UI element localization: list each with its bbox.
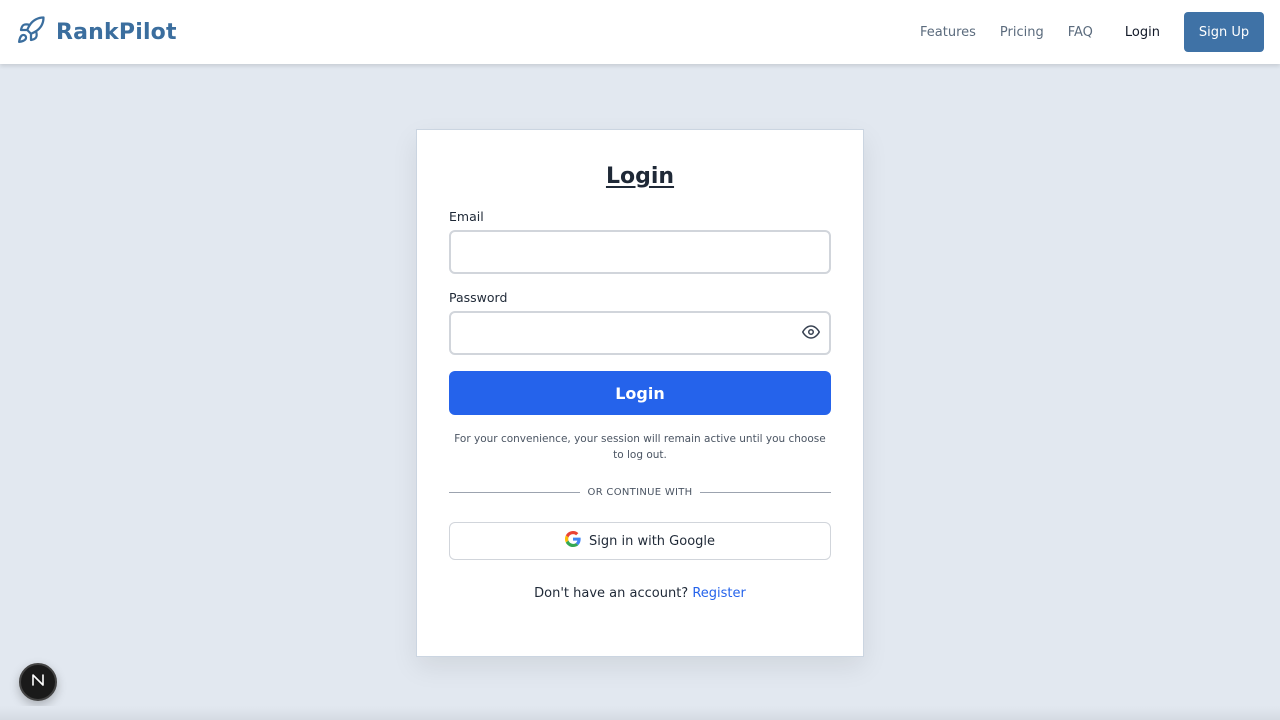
brand-logo[interactable]: RankPilot (16, 15, 177, 49)
email-input[interactable] (449, 230, 831, 274)
password-input[interactable] (449, 311, 831, 355)
dev-tools-badge[interactable] (19, 663, 57, 701)
top-navbar: RankPilot Features Pricing FAQ Login Sig… (0, 0, 1280, 64)
brand-name: RankPilot (56, 19, 177, 45)
password-label: Password (449, 290, 508, 305)
or-divider: OR CONTINUE WITH (449, 487, 832, 498)
google-signin-button[interactable]: Sign in with Google (449, 522, 831, 560)
nav-links: Features Pricing FAQ Login Sign Up (896, 12, 1264, 52)
nav-link-faq[interactable]: FAQ (1068, 25, 1093, 40)
email-label: Email (449, 209, 484, 224)
nav-login-link[interactable]: Login (1125, 25, 1160, 40)
session-note: For your convenience, your session will … (454, 433, 826, 461)
show-password-button[interactable] (801, 323, 821, 343)
nav-link-pricing[interactable]: Pricing (1000, 25, 1044, 40)
nav-link-features[interactable]: Features (920, 25, 976, 40)
password-field-wrapper (449, 311, 831, 355)
divider-line-left (449, 492, 580, 493)
divider-text: OR CONTINUE WITH (587, 487, 693, 498)
bottom-shadow (0, 706, 1280, 720)
register-link[interactable]: Register (692, 586, 746, 601)
register-prompt: Don't have an account? (534, 586, 689, 601)
eye-icon (802, 325, 820, 344)
google-icon (564, 531, 581, 551)
login-submit-button[interactable]: Login (449, 371, 831, 415)
google-button-label: Sign in with Google (588, 533, 716, 549)
divider-line-right (700, 492, 832, 493)
signup-button[interactable]: Sign Up (1184, 12, 1264, 52)
register-row: Don't have an account? Register (449, 586, 831, 601)
email-field-wrapper (449, 230, 831, 274)
rocket-icon (16, 15, 46, 49)
page-title: Login (605, 164, 675, 189)
n-logo-icon (30, 672, 46, 692)
login-card: Login Email Password Login For your conv… (416, 129, 864, 657)
